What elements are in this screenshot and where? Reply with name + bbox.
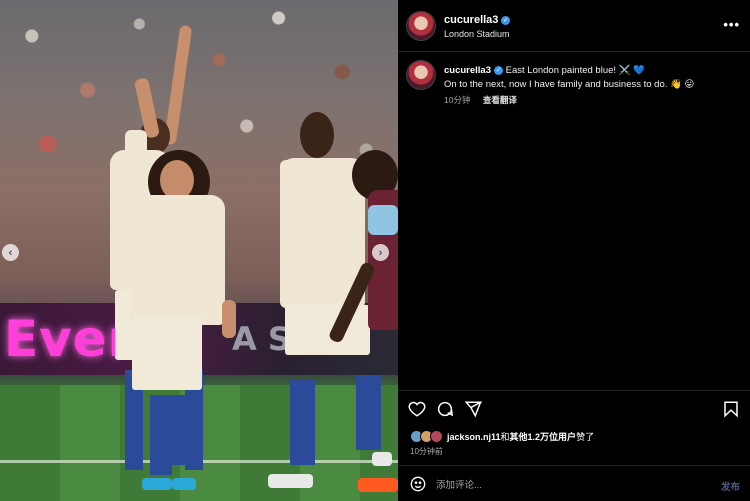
board-text-secondary: A S xyxy=(232,320,291,358)
author-username[interactable]: cucurella3 xyxy=(444,14,498,26)
caption-time: 10分钟 xyxy=(444,95,471,105)
comment-input[interactable] xyxy=(436,476,696,494)
post-time-ago[interactable]: 10分钟前 xyxy=(410,446,443,457)
post-caption: cucurella3 ✓ East London painted blue! ⚔️… xyxy=(444,64,744,92)
bookmark-icon[interactable] xyxy=(722,400,742,420)
caption-username[interactable]: cucurella3 xyxy=(444,65,491,76)
post-comment-button[interactable]: 发布 xyxy=(721,479,740,493)
likes-others-link[interactable]: 其他1.2万位用户 xyxy=(510,432,577,442)
see-translation-link[interactable]: 查看翻译 xyxy=(483,95,517,105)
author-username-row[interactable]: cucurella3 ✓ xyxy=(444,14,511,26)
post-header: cucurella3 ✓ London Stadium ••• xyxy=(398,0,750,52)
carousel-prev-button[interactable]: ‹ xyxy=(2,244,19,261)
comment-divider xyxy=(398,465,750,466)
more-options-icon[interactable]: ••• xyxy=(723,17,740,32)
share-icon[interactable] xyxy=(464,400,484,420)
post-viewer: Every A S ‹ › cucurella3 ✓ London Stadiu… xyxy=(0,0,750,501)
likes-connector: 和 xyxy=(500,432,510,442)
comment-icon[interactable] xyxy=(436,400,456,420)
carousel-next-button[interactable]: › xyxy=(372,244,389,261)
author-avatar[interactable] xyxy=(407,12,435,40)
post-details-panel: cucurella3 ✓ London Stadium ••• cucurella… xyxy=(398,0,750,501)
caption-line-1: East London painted blue! ⚔️ 💙 xyxy=(505,65,645,76)
likes-summary: jackson.nj11和其他1.2万位用户赞了 xyxy=(410,430,594,443)
caption-avatar[interactable] xyxy=(407,61,435,89)
caption-line-2: On to the next, now I have family and bu… xyxy=(444,79,695,90)
caption-meta: 10分钟 查看翻译 xyxy=(444,94,527,106)
verified-badge-icon: ✓ xyxy=(501,16,511,25)
actions-divider xyxy=(398,390,750,391)
likes-suffix: 赞了 xyxy=(576,432,595,442)
liker-avatar xyxy=(430,430,443,443)
heart-icon[interactable] xyxy=(408,400,428,420)
liker-username[interactable]: jackson.nj11 xyxy=(447,432,501,442)
caption-verified-badge-icon: ✓ xyxy=(494,66,503,75)
emoji-icon[interactable] xyxy=(410,476,426,492)
post-photo[interactable]: Every A S ‹ › xyxy=(0,0,398,501)
post-location[interactable]: London Stadium xyxy=(444,29,510,39)
